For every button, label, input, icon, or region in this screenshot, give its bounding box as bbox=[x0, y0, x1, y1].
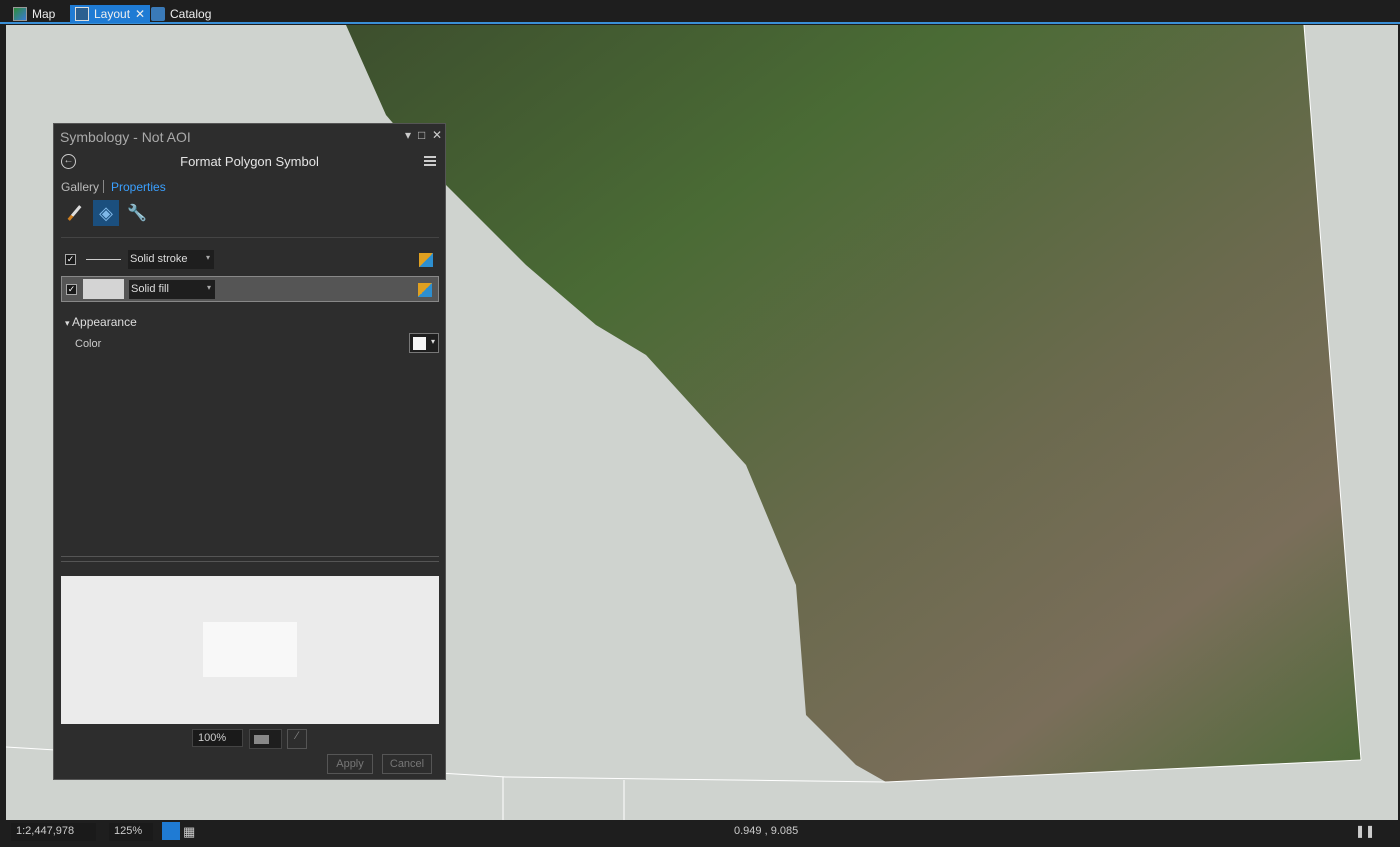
stroke-preview bbox=[86, 259, 121, 260]
grid-toggle-icon[interactable]: ⁄ bbox=[287, 729, 307, 749]
structure-tab[interactable]: 🔧 bbox=[124, 200, 150, 226]
cancel-button[interactable]: Cancel bbox=[382, 754, 432, 774]
close-icon[interactable]: ✕ bbox=[135, 7, 145, 21]
layer-row-stroke[interactable]: ✓ Solid stroke bbox=[61, 247, 439, 273]
background-dropdown[interactable] bbox=[249, 729, 282, 749]
tab-layout[interactable]: Layout ✕ bbox=[70, 5, 151, 23]
layers-icon: ◈ bbox=[99, 202, 113, 223]
maximize-icon[interactable]: □ bbox=[418, 128, 425, 142]
close-icon[interactable]: ✕ bbox=[432, 128, 442, 142]
fill-preview bbox=[83, 279, 124, 299]
tab-bar: Map Layout ✕ Catalog bbox=[0, 0, 1400, 24]
checkbox[interactable]: ✓ bbox=[65, 254, 76, 265]
grid-icon[interactable]: ▦ bbox=[183, 824, 195, 840]
panel-header: Format Polygon Symbol bbox=[180, 154, 319, 169]
zoom-dropdown[interactable]: 125% bbox=[109, 823, 153, 841]
status-bar: 1:2,447,978 125% ▦ 0.949 , 9.085 ❚❚ bbox=[0, 820, 1400, 847]
tab-gallery[interactable]: Gallery bbox=[61, 180, 99, 194]
symbol-preview bbox=[61, 576, 439, 724]
layout-icon bbox=[75, 7, 89, 21]
brush-icon bbox=[67, 205, 81, 221]
scale-dropdown[interactable]: 1:2,447,978 bbox=[11, 823, 96, 841]
catalog-icon bbox=[151, 7, 165, 21]
map-icon bbox=[13, 7, 27, 21]
preview-zoom-dropdown[interactable]: 100% bbox=[192, 729, 243, 747]
appearance-section[interactable]: ▾ Appearance bbox=[65, 315, 137, 329]
tab-map[interactable]: Map bbox=[8, 5, 60, 23]
layers-tab[interactable]: ◈ bbox=[93, 200, 119, 226]
tab-catalog[interactable]: Catalog bbox=[146, 5, 216, 23]
lock-icon[interactable] bbox=[418, 283, 432, 297]
snap-icon[interactable] bbox=[162, 822, 180, 840]
apply-button[interactable]: Apply bbox=[327, 754, 373, 774]
coordinates-readout: 0.949 , 9.085 bbox=[734, 825, 799, 837]
pause-icon[interactable]: ❚❚ bbox=[1355, 824, 1375, 838]
chevron-down-icon: ▾ bbox=[65, 318, 73, 328]
splitter[interactable] bbox=[61, 556, 439, 562]
layer-type-dropdown[interactable]: Solid fill bbox=[129, 280, 215, 299]
divider bbox=[103, 180, 104, 193]
color-picker[interactable]: ▾ bbox=[409, 333, 439, 353]
lock-icon[interactable] bbox=[419, 253, 433, 267]
layer-type-dropdown[interactable]: Solid stroke bbox=[128, 250, 214, 269]
symbol-tab[interactable] bbox=[61, 200, 87, 226]
pane-options-icon[interactable]: ▾ bbox=[405, 128, 411, 142]
layer-row-fill[interactable]: ✓ Solid fill bbox=[61, 276, 439, 302]
checkbox[interactable]: ✓ bbox=[66, 284, 77, 295]
tab-properties[interactable]: Properties bbox=[111, 180, 166, 194]
pane-title: Symbology - Not AOI bbox=[60, 129, 191, 145]
wrench-icon: 🔧 bbox=[127, 205, 147, 222]
color-label: Color bbox=[75, 338, 102, 350]
menu-icon[interactable] bbox=[424, 156, 436, 166]
divider bbox=[61, 237, 439, 238]
symbology-pane: Symbology - Not AOI ▾ □ ✕ ← Format Polyg… bbox=[53, 123, 446, 780]
